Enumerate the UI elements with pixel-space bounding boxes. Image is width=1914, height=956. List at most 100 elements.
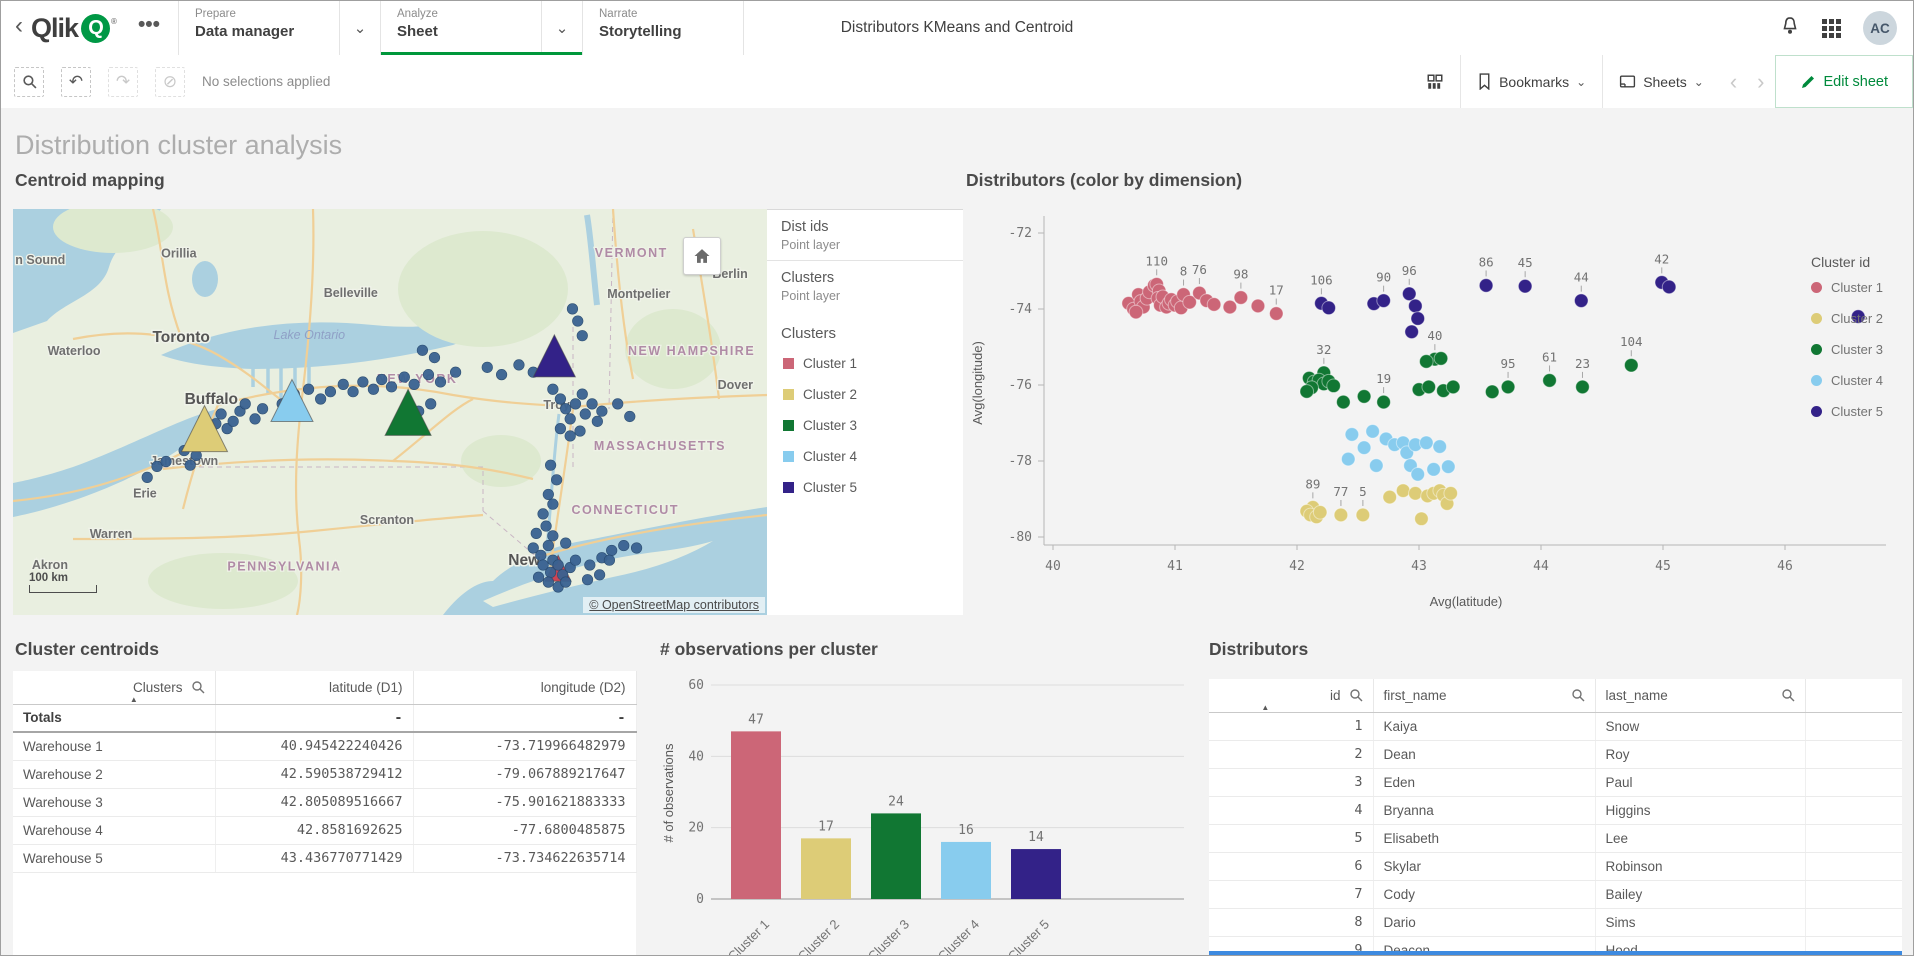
scatter-point[interactable] [1377,395,1391,409]
nav-analyze-chevron[interactable]: ⌄ [541,1,582,55]
map-distributor-dot[interactable] [409,379,420,390]
scatter-point[interactable] [1576,380,1590,394]
map-distributor-dot[interactable] [555,423,566,434]
map-distributor-dot[interactable] [565,431,576,442]
scatter-point[interactable] [1396,484,1410,498]
map-distributor-dot[interactable] [565,414,576,425]
map-distributor-dot[interactable] [142,472,153,483]
map-distributor-dot[interactable] [548,384,559,395]
map-distributor-dot[interactable] [368,384,379,395]
map-distributor-dot[interactable] [577,330,588,341]
map-distributor-dot[interactable] [575,426,586,437]
more-menu-icon[interactable]: ••• [138,13,160,37]
bar-cluster-5[interactable] [1011,849,1061,899]
map-distributor-dot[interactable] [560,577,571,588]
scatter-point[interactable] [1485,385,1499,399]
scatter-legend-item[interactable]: Cluster 5 [1811,404,1906,419]
table-row[interactable]: Warehouse 442.8581692625-77.6800485875 [13,816,636,844]
table-row[interactable]: 6SkylarRobinson [1209,852,1902,880]
scatter-point[interactable] [1402,287,1416,301]
map-centroid-triangle[interactable] [385,389,431,435]
map-distributor-dot[interactable] [386,382,397,393]
bar-cluster-4[interactable] [941,842,991,899]
scatter-point[interactable] [1543,374,1557,388]
map-distributor-dot[interactable] [228,416,239,427]
map-distributor-dot[interactable] [496,369,507,380]
map-distributor-dot[interactable] [435,377,446,388]
map-distributor-dot[interactable] [161,456,172,467]
map-distributor-dot[interactable] [543,489,554,500]
col-header-id[interactable]: id▲ [1209,679,1373,712]
map-distributor-dot[interactable] [423,369,434,380]
map-distributor-dot[interactable] [553,560,564,571]
scatter-point[interactable] [1411,312,1425,326]
smart-search-icon[interactable] [14,67,44,97]
map-distributor-dot[interactable] [250,414,261,425]
scatter-chart[interactable]: -72-74-76-78-8040414243444546Avg(latitud… [966,198,1906,630]
notifications-bell-icon[interactable] [1780,16,1800,41]
scatter-point[interactable] [1337,395,1351,409]
map-distributor-dot[interactable] [618,540,629,551]
scatter-point[interactable] [1357,390,1371,404]
scatter-point[interactable] [1234,291,1248,305]
scatter-point[interactable] [1501,380,1515,394]
search-icon[interactable] [191,680,205,694]
map-distributor-dot[interactable] [560,403,571,414]
search-icon[interactable] [1571,688,1585,702]
scatter-point[interactable] [1366,425,1380,439]
map-distributor-dot[interactable] [543,577,554,588]
map-distributor-dot[interactable] [536,550,547,561]
scatter-point[interactable] [1422,380,1436,394]
scatter-point[interactable] [1334,508,1348,522]
scatter-point[interactable] [1269,307,1283,321]
table-row[interactable]: Warehouse 342.805089516667-75.9016218833… [13,788,636,816]
scatter-point[interactable] [1313,506,1327,520]
map-distributor-dot[interactable] [376,374,387,385]
selections-back-icon[interactable]: ↶ [61,67,91,97]
map-centroid-triangle[interactable] [533,335,575,377]
table-row[interactable]: 2DeanRoy [1209,740,1902,768]
map-layer-item[interactable]: Dist ids Point layer [767,210,963,261]
map-distributor-dot[interactable] [606,545,617,556]
map-distributor-dot[interactable] [482,362,493,373]
map-home-button[interactable] [683,237,721,275]
scatter-point[interactable] [1207,298,1221,312]
map-distributor-dot[interactable] [514,360,525,371]
scatter-legend-item[interactable]: Cluster 2 [1811,311,1906,326]
map-distributor-dot[interactable] [541,521,552,532]
col-header-latitude[interactable]: latitude (D1) [215,671,413,704]
col-header-last-name[interactable]: last_name [1595,679,1805,712]
table-row[interactable]: Warehouse 543.436770771429-73.7346226357… [13,844,636,872]
bar-chart[interactable]: 020406047Cluster 117Cluster 224Cluster 3… [660,673,1191,956]
map-distributor-dot[interactable] [582,574,593,585]
scatter-point[interactable] [1327,379,1341,393]
map-distributor-dot[interactable] [425,399,436,410]
map-legend-item[interactable]: Cluster 4 [767,441,963,472]
bookmarks-button[interactable]: Bookmarks ⌄ [1461,55,1602,108]
map-distributor-dot[interactable] [551,475,562,486]
col-header-longitude[interactable]: longitude (D2) [413,671,636,704]
map-distributor-dot[interactable] [560,538,571,549]
map-distributor-dot[interactable] [399,372,410,383]
app-launcher-grid-icon[interactable] [1822,19,1841,38]
prev-sheet-chevron[interactable]: ‹ [1720,69,1747,95]
table-row[interactable]: 7CodyBailey [1209,880,1902,908]
search-icon[interactable] [1349,688,1363,702]
map-distributor-dot[interactable] [592,416,603,427]
next-sheet-chevron[interactable]: › [1747,69,1774,95]
scatter-point[interactable] [1446,380,1460,394]
map-distributor-dot[interactable] [538,509,549,520]
scatter-point[interactable] [1479,279,1493,293]
horizontal-scrollbar[interactable] [1209,951,1902,955]
map-distributor-dot[interactable] [548,531,559,542]
map-layer-item[interactable]: Clusters Point layer [767,261,963,311]
scatter-point[interactable] [1409,299,1423,313]
map-distributor-dot[interactable] [325,386,336,397]
scatter-point[interactable] [1356,508,1370,522]
map-legend-item[interactable]: Cluster 3 [767,410,963,441]
map-legend-item[interactable]: Cluster 5 [767,472,963,503]
map-distributor-dot[interactable] [257,403,268,414]
map-distributor-dot[interactable] [303,384,314,395]
scatter-point[interactable] [1251,299,1265,313]
avatar[interactable]: AC [1863,11,1897,45]
